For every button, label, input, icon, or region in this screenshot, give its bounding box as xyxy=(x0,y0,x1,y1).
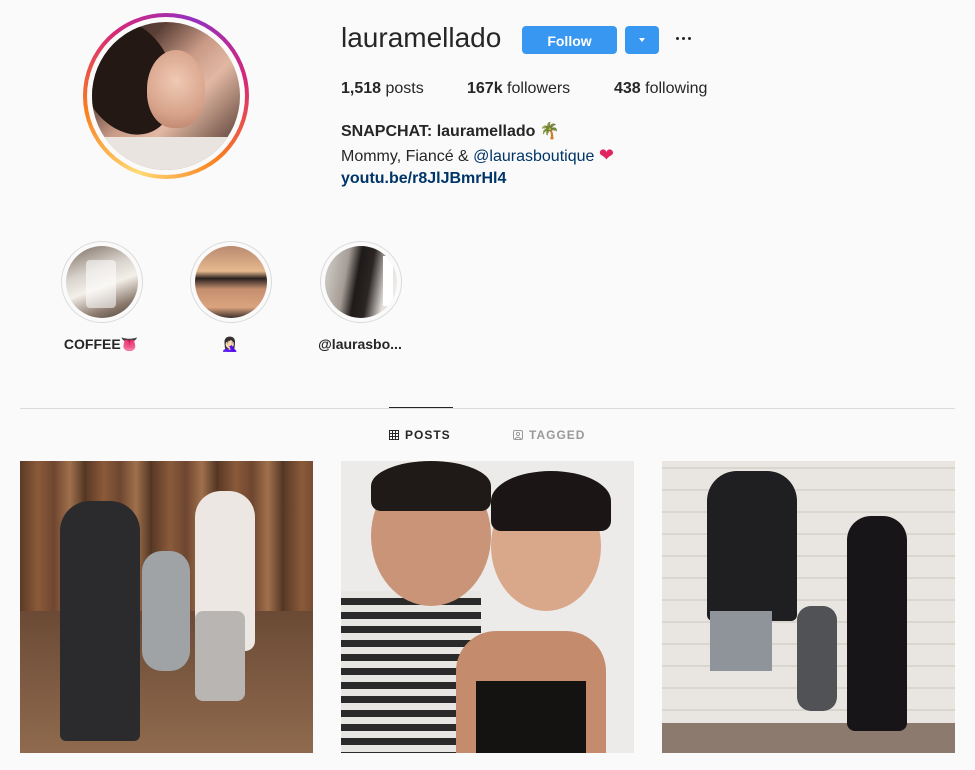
post-thumbnail[interactable] xyxy=(20,461,313,753)
suggested-dropdown-button[interactable] xyxy=(625,26,659,54)
highlight-facepalm-label: 🤦🏻‍♀️ xyxy=(221,336,239,352)
followers-count: 167k xyxy=(467,80,503,97)
tab-posts[interactable]: POSTS xyxy=(389,428,451,442)
tab-tagged[interactable]: TAGGED xyxy=(513,428,585,442)
bio-mention-link[interactable]: @laurasboutique xyxy=(473,148,594,165)
bio-name-text: SNAPCHAT: lauramellado xyxy=(341,123,536,140)
avatar-photo xyxy=(92,22,240,170)
followers-label: followers xyxy=(507,80,571,97)
following-stat[interactable]: 438 following xyxy=(614,80,707,98)
posts-count: 1,518 xyxy=(341,80,382,97)
tab-tagged-label: TAGGED xyxy=(529,428,586,442)
posts-count-stat: 1,518 posts xyxy=(341,80,424,98)
tagged-icon xyxy=(513,430,523,440)
grid-icon xyxy=(389,430,399,440)
profile-username: lauramellado xyxy=(341,22,502,53)
active-tab-indicator xyxy=(389,407,453,408)
highlight-facepalm-thumbnail xyxy=(195,246,267,318)
bio-text: Mommy, Fiancé & @laurasboutique ❤ xyxy=(341,145,614,166)
bio-text-prefix: Mommy, Fiancé & xyxy=(341,148,474,165)
palm-tree-emoji: 🌴 xyxy=(539,123,560,140)
chevron-down-icon xyxy=(639,38,645,42)
following-count: 438 xyxy=(614,80,641,97)
following-label: following xyxy=(645,80,708,97)
highlight-coffee[interactable] xyxy=(61,241,143,323)
highlight-facepalm[interactable] xyxy=(190,241,272,323)
follow-button[interactable]: Follow xyxy=(522,26,617,54)
post-thumbnail[interactable] xyxy=(662,461,955,753)
more-options-icon[interactable] xyxy=(673,32,695,48)
followers-stat[interactable]: 167k followers xyxy=(467,80,570,98)
profile-avatar[interactable] xyxy=(83,13,249,179)
highlight-laurasboutique-thumbnail xyxy=(325,246,397,318)
bio-website-link[interactable]: youtu.be/r8JlJBmrHl4 xyxy=(341,170,506,188)
bio-name: SNAPCHAT: lauramellado 🌴 xyxy=(341,121,560,141)
tabs-divider xyxy=(20,408,955,409)
post-thumbnail[interactable] xyxy=(341,461,634,753)
highlight-coffee-label: COFFEE👅 xyxy=(63,336,139,352)
posts-label: posts xyxy=(385,80,424,97)
heart-emoji: ❤ xyxy=(598,145,614,165)
highlight-laurasboutique-label: @laurasbo... xyxy=(318,336,402,352)
tab-posts-label: POSTS xyxy=(405,428,451,442)
highlight-laurasboutique[interactable] xyxy=(320,241,402,323)
highlight-coffee-thumbnail xyxy=(66,246,138,318)
